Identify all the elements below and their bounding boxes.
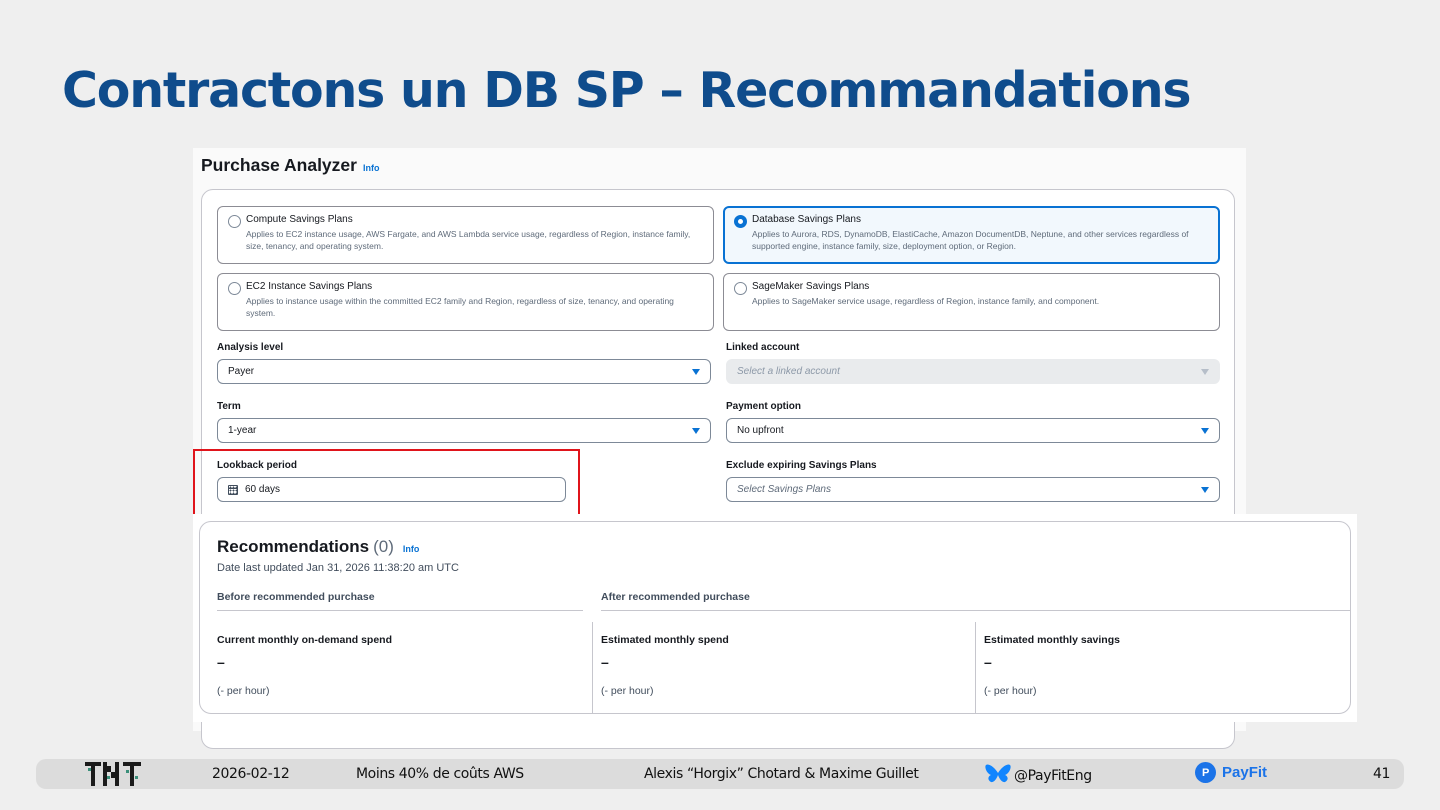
bluesky-butterfly-icon <box>985 764 1011 783</box>
payment-option-label: Payment option <box>726 401 802 412</box>
analysis-level-select[interactable]: Payer <box>217 359 711 384</box>
page-number: 41 <box>1373 766 1391 782</box>
exclude-expiring-label: Exclude expiring Savings Plans <box>726 460 877 471</box>
footer-social: @PayFitEng <box>985 763 1092 785</box>
footer-date: 2026-02-12 <box>212 766 290 782</box>
radio-button-ec2-instance[interactable] <box>228 282 241 295</box>
plan-tile-description: Applies to Aurora, RDS, DynamoDB, Elasti… <box>752 229 1189 251</box>
recommendations-title: Recommendations <box>217 537 370 556</box>
plan-tile-description: Applies to SageMaker service usage, rega… <box>752 296 1100 306</box>
after-purchase-group-label: After recommended purchase <box>601 591 750 603</box>
analysis-level-label: Analysis level <box>217 342 284 353</box>
linked-account-select: Select a linked account <box>726 359 1220 384</box>
metric-value: – <box>984 654 992 670</box>
payfit-logo: P PayFit <box>1195 762 1267 783</box>
plan-tile-description: Applies to instance usage within the com… <box>246 296 674 318</box>
info-link[interactable]: Info <box>403 544 420 554</box>
analysis-level-value: Payer <box>228 366 255 377</box>
metric-estimated-monthly-savings: Estimated monthly savings – (- per hour) <box>975 622 1350 713</box>
term-value: 1-year <box>228 425 257 436</box>
metric-per-hour: (- per hour) <box>217 685 270 697</box>
lookback-highlight-box <box>193 449 580 516</box>
recommendations-header: Recommendations (0) Info <box>217 537 419 557</box>
purchase-analyzer-title: Purchase Analyzer <box>201 155 357 175</box>
payfit-badge-icon: P <box>1195 762 1216 783</box>
plan-tile-description: Applies to EC2 instance usage, AWS Farga… <box>246 229 691 251</box>
plan-tile-sagemaker[interactable]: SageMaker Savings Plans Applies to SageM… <box>723 273 1220 331</box>
recommendations-count: (0) <box>373 537 394 556</box>
footer-social-handle: @PayFitEng <box>1014 767 1092 784</box>
footer-talk-title: Moins 40% de coûts AWS <box>356 766 524 782</box>
payfit-logo-text: PayFit <box>1222 764 1268 781</box>
metric-value: – <box>217 654 225 670</box>
plan-tile-database[interactable]: Database Savings Plans Applies to Aurora… <box>723 206 1220 264</box>
metric-value: – <box>601 654 609 670</box>
metric-label: Current monthly on-demand spend <box>217 634 393 646</box>
caret-down-icon <box>692 427 700 434</box>
after-group-divider <box>601 610 1350 611</box>
plan-tile-title: Compute Savings Plans <box>246 214 353 225</box>
linked-account-label: Linked account <box>726 342 800 353</box>
plan-tile-ec2-instance[interactable]: EC2 Instance Savings Plans Applies to in… <box>217 273 714 331</box>
caret-down-icon <box>1201 427 1209 434</box>
metric-label: Estimated monthly savings <box>984 634 1120 646</box>
radio-button-sagemaker[interactable] <box>734 282 747 295</box>
exclude-expiring-placeholder: Select Savings Plans <box>737 484 831 495</box>
metric-estimated-monthly-spend: Estimated monthly spend – (- per hour) <box>592 622 975 713</box>
metric-current-monthly-spend: Current monthly on-demand spend – (- per… <box>200 622 583 713</box>
caret-down-icon <box>1201 368 1209 375</box>
plan-tile-title: Database Savings Plans <box>752 214 861 225</box>
plan-tile-title: EC2 Instance Savings Plans <box>246 281 373 292</box>
linked-account-placeholder: Select a linked account <box>737 366 840 377</box>
slide-footer: 2026-02-12 Moins 40% de coûts AWS Alexis… <box>36 759 1404 789</box>
last-updated-date: Date last updated Jan 31, 2026 11:38:20 … <box>217 562 459 574</box>
metric-per-hour: (- per hour) <box>601 685 654 697</box>
caret-down-icon <box>1201 486 1209 493</box>
caret-down-icon <box>692 368 700 375</box>
tnt-logo-icon <box>85 762 141 786</box>
term-select[interactable]: 1-year <box>217 418 711 443</box>
recommendations-card: Recommendations (0) Info Date last updat… <box>199 521 1351 714</box>
radio-button-database-selected[interactable] <box>734 215 747 228</box>
metric-per-hour: (- per hour) <box>984 685 1037 697</box>
payment-option-value: No upfront <box>737 425 784 436</box>
footer-authors: Alexis “Horgix” Chotard & Maxime Guillet <box>644 766 919 782</box>
before-group-divider <box>217 610 583 611</box>
payment-option-select[interactable]: No upfront <box>726 418 1220 443</box>
slide-title: Contractons un DB SP – Recommandations <box>62 62 1192 119</box>
radio-button-compute[interactable] <box>228 215 241 228</box>
exclude-expiring-select[interactable]: Select Savings Plans <box>726 477 1220 502</box>
metric-label: Estimated monthly spend <box>601 634 729 646</box>
before-purchase-group-label: Before recommended purchase <box>217 591 375 603</box>
recommendations-screenshot: Recommendations (0) Info Date last updat… <box>193 514 1357 722</box>
info-link[interactable]: Info <box>363 163 380 173</box>
plan-tile-compute[interactable]: Compute Savings Plans Applies to EC2 ins… <box>217 206 714 264</box>
plan-tile-title: SageMaker Savings Plans <box>752 281 870 292</box>
term-label: Term <box>217 401 241 412</box>
purchase-analyzer-header: Purchase Analyzer Info <box>201 155 379 176</box>
